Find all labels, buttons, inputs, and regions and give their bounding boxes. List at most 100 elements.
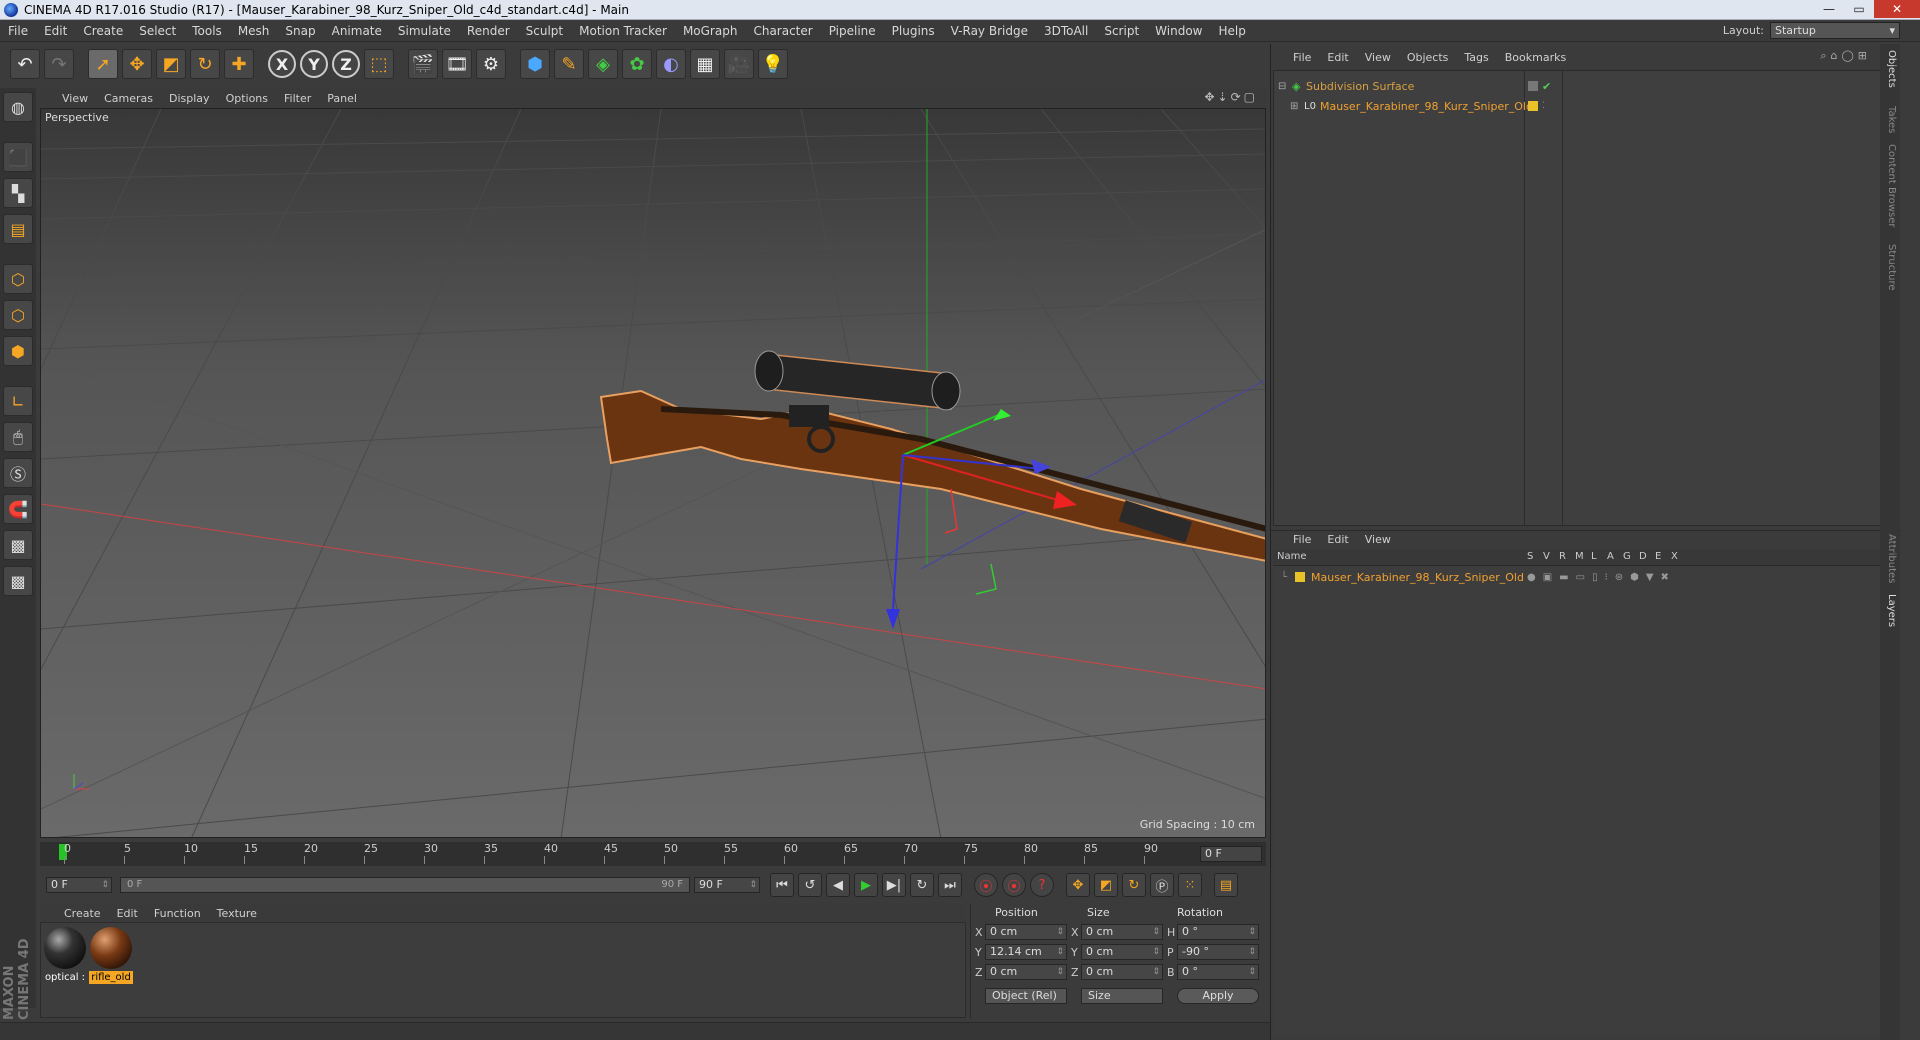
side-tab-attributes[interactable]: Attributes [1886, 534, 1897, 583]
end-frame-field[interactable]: 90 F [694, 877, 760, 893]
layers-menu-file[interactable]: File [1285, 533, 1319, 546]
spline-pen-icon[interactable]: ✎ [554, 49, 584, 79]
expand-icon[interactable]: ⊞ [1290, 101, 1298, 112]
recent-tools-icon[interactable]: ✚ [224, 49, 254, 79]
deformer-icon[interactable]: ◐ [656, 49, 686, 79]
viewport-menu-panel[interactable]: Panel [319, 92, 365, 105]
objects-menu-bookmarks[interactable]: Bookmarks [1497, 51, 1574, 64]
side-tab-layers[interactable]: Layers [1886, 594, 1897, 627]
layer-row[interactable]: └ Mauser_Karabiner_98_Kurz_Sniper_Old ●▣… [1273, 568, 1893, 586]
scale-key-icon[interactable]: ◩ [1094, 873, 1118, 897]
edges-mode-icon[interactable]: ⬡ [3, 300, 33, 330]
maximize-button[interactable]: ▭ [1844, 0, 1874, 18]
objects-menu-view[interactable]: View [1357, 51, 1399, 64]
play-icon[interactable]: ▶ [854, 873, 878, 897]
enabled-check-icon[interactable]: ✔ [1542, 80, 1551, 93]
cloner-icon[interactable]: ✿ [622, 49, 652, 79]
side-tab-objects[interactable]: Objects [1886, 50, 1897, 88]
rotation-h-field[interactable]: 0 ° [1177, 924, 1259, 940]
menu-snap[interactable]: Snap [277, 24, 323, 38]
workplane-mode-icon[interactable]: ▤ [3, 214, 33, 244]
parameter-key-icon[interactable]: Ⓟ [1150, 873, 1174, 897]
menu-render[interactable]: Render [459, 24, 518, 38]
cube-primitive-icon[interactable]: ⬢ [520, 49, 550, 79]
size-x-field[interactable]: 0 cm [1081, 924, 1163, 940]
next-key-icon[interactable]: ↻ [910, 873, 934, 897]
workplane-lock-icon[interactable]: ▩ [3, 530, 33, 560]
y-axis-lock-button[interactable]: Y [300, 50, 328, 78]
solo-mode-icon[interactable]: Ⓢ [3, 458, 33, 488]
viewport-menu-view[interactable]: View [54, 92, 96, 105]
layers-menu-view[interactable]: View [1357, 533, 1399, 546]
objects-menu-edit[interactable]: Edit [1319, 51, 1356, 64]
points-mode-icon[interactable]: ⬡ [3, 264, 33, 294]
menu-mograph[interactable]: MoGraph [675, 24, 746, 38]
minimize-button[interactable]: — [1814, 0, 1844, 18]
position-key-icon[interactable]: ✥ [1066, 873, 1090, 897]
rotation-b-field[interactable]: 0 ° [1177, 964, 1259, 980]
timeline-window-icon[interactable]: ▤ [1214, 873, 1238, 897]
coordinate-mode-dropdown[interactable]: Object (Rel) [985, 988, 1067, 1004]
menu-file[interactable]: File [0, 24, 36, 38]
subdivision-surface-icon[interactable]: ◈ [588, 49, 618, 79]
rotation-p-field[interactable]: -90 ° [1177, 944, 1259, 960]
material-menu-create[interactable]: Create [56, 907, 109, 920]
menu-motion-tracker[interactable]: Motion Tracker [571, 24, 675, 38]
previous-key-icon[interactable]: ↺ [798, 873, 822, 897]
move-icon[interactable]: ✥ [122, 49, 152, 79]
menu-help[interactable]: Help [1210, 24, 1253, 38]
render-settings-icon[interactable]: ⚙ [476, 49, 506, 79]
model-mode-icon[interactable]: ⬛ [3, 142, 33, 172]
position-x-field[interactable]: 0 cm [985, 924, 1067, 940]
visibility-dots-icon[interactable]: ⁚ [1542, 101, 1545, 111]
coordinate-system-icon[interactable]: ⬚ [364, 49, 394, 79]
layer-flags-icons[interactable]: ●▣▬▭▯⁝⊛⬢▼✖ [1527, 572, 1676, 583]
redo-icon[interactable]: ↷ [44, 49, 74, 79]
objects-menu-objects[interactable]: Objects [1399, 51, 1457, 64]
position-y-field[interactable]: 12.14 cm [985, 944, 1067, 960]
size-y-field[interactable]: 0 cm [1081, 944, 1163, 960]
object-manager-search-icon[interactable]: ⌕⌂◯⊞ [1820, 49, 1871, 63]
light-icon[interactable]: 💡 [758, 49, 788, 79]
viewport-menu-options[interactable]: Options [218, 92, 276, 105]
layout-select[interactable]: Startup [1770, 22, 1900, 39]
timeline[interactable]: 0 5 10 15 20 25 30 35 40 45 50 55 60 65 … [40, 842, 1266, 866]
menu-pipeline[interactable]: Pipeline [821, 24, 884, 38]
objects-menu-file[interactable]: File [1285, 51, 1319, 64]
record-keys-icon[interactable]: ⦿ [974, 873, 998, 897]
tag-icon[interactable] [1528, 81, 1538, 91]
rotate-icon[interactable]: ↻ [190, 49, 220, 79]
axis-mode-icon[interactable]: ∟ [3, 386, 33, 416]
viewport-menu-cameras[interactable]: Cameras [96, 92, 161, 105]
menu-edit[interactable]: Edit [36, 24, 75, 38]
keyframe-selection-icon[interactable]: ? [1030, 873, 1054, 897]
layers-menu-edit[interactable]: Edit [1319, 533, 1356, 546]
polygons-mode-icon[interactable]: ⬢ [3, 336, 33, 366]
menu-character[interactable]: Character [745, 24, 820, 38]
next-frame-icon[interactable]: ▶| [882, 873, 906, 897]
side-tab-takes[interactable]: Takes [1886, 106, 1897, 133]
menu-3dtoall[interactable]: 3DToAll [1036, 24, 1096, 38]
menu-mesh[interactable]: Mesh [230, 24, 278, 38]
planar-workplane-icon[interactable]: ▩ [3, 566, 33, 596]
menu-tools[interactable]: Tools [184, 24, 230, 38]
material-menu-function[interactable]: Function [146, 907, 209, 920]
scale-icon[interactable]: ◩ [156, 49, 186, 79]
autokeying-icon[interactable]: ⦿ [1002, 873, 1026, 897]
material-menu-edit[interactable]: Edit [109, 907, 146, 920]
perspective-viewport[interactable]: Perspective Grid Spacing : 10 cm [40, 108, 1266, 838]
menu-window[interactable]: Window [1147, 24, 1210, 38]
x-axis-lock-button[interactable]: X [268, 50, 296, 78]
preview-range-slider[interactable]: 0 F 90 F [120, 877, 690, 893]
rotation-key-icon[interactable]: ↻ [1122, 873, 1146, 897]
layer-color-swatch[interactable] [1295, 572, 1305, 582]
side-tab-content-browser[interactable]: Content Browser [1886, 144, 1897, 227]
camera-icon[interactable]: 🎥 [724, 49, 754, 79]
live-selection-icon[interactable]: ➚ [88, 49, 118, 79]
size-mode-dropdown[interactable]: Size [1081, 988, 1163, 1004]
point-level-animation-icon[interactable]: ⁙ [1178, 873, 1202, 897]
material-optical[interactable]: optical : [43, 927, 87, 984]
side-tab-structure[interactable]: Structure [1886, 244, 1897, 291]
menu-simulate[interactable]: Simulate [390, 24, 459, 38]
go-to-end-icon[interactable]: ⏭ [938, 873, 962, 897]
